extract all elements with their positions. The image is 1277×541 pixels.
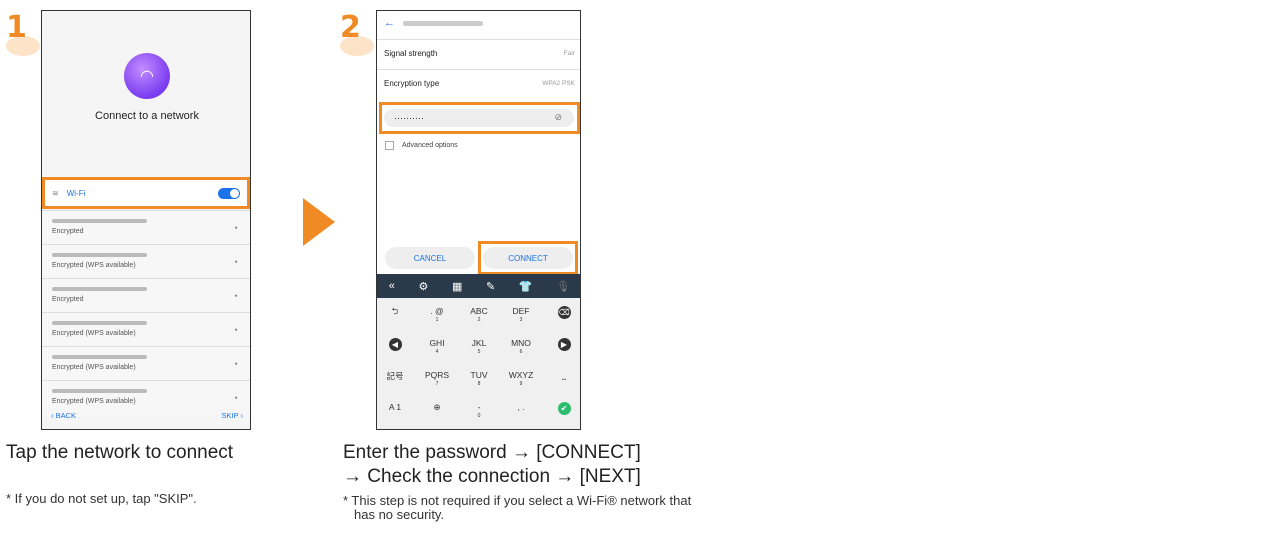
advanced-options[interactable]: Advanced options <box>385 141 458 150</box>
keyboard-key[interactable]: ⮌ <box>380 306 410 332</box>
keyboard-key[interactable]: -0 <box>464 402 494 428</box>
keyboard-toolbar: « ⚙ ▦ ✎ 👕 🎙 <box>377 274 580 298</box>
network-name <box>52 321 147 325</box>
keyboard-key[interactable]: ABC 2 <box>464 306 494 332</box>
keyboard-key[interactable]: ✔ <box>549 402 579 428</box>
back-button[interactable]: ‹ BACK <box>51 411 76 420</box>
keyboard-key[interactable]: . @1 <box>422 306 452 332</box>
network-status: Encrypted <box>52 296 84 303</box>
keyboard-key[interactable]: JKL 5 <box>464 338 494 364</box>
signal-row: Signal strength Fair <box>377 39 580 67</box>
keyboard-key[interactable]: 記号 <box>380 370 410 396</box>
keyboard-key[interactable]: DEF 3 <box>506 306 536 332</box>
wifi-icon: ◠ <box>124 53 170 99</box>
step1-caption: Tap the network to connect <box>6 442 234 463</box>
network-status: Encrypted <box>52 228 84 235</box>
wifi-signal-icon: ◔ <box>232 257 238 267</box>
encryption-row: Encryption type WPA2 PSK <box>377 69 580 97</box>
keyboard-key[interactable]: , . <box>506 402 536 428</box>
encryption-value: WPA2 PSK <box>542 80 575 87</box>
advanced-checkbox[interactable] <box>385 141 394 150</box>
keyboard-key[interactable]: ▶ <box>549 338 579 364</box>
keyboard-key[interactable]: TUV 8 <box>464 370 494 396</box>
network-status: Encrypted (WPS available) <box>52 330 136 337</box>
step1-note: * If you do not set up, tap "SKIP". <box>6 491 197 506</box>
wifi-signal-icon: ◔ <box>232 223 238 233</box>
keyboard-key[interactable]: ◀ <box>380 338 410 364</box>
step2-caption-line2: → Check the connection → [NEXT] <box>343 466 641 487</box>
highlight-box <box>478 241 578 275</box>
network-list-item[interactable]: Encrypted ◔ <box>42 278 250 312</box>
skip-button[interactable]: SKIP › <box>221 411 243 420</box>
encryption-label: Encryption type <box>384 79 440 88</box>
network-list-item[interactable]: Encrypted (WPS available) ◔ <box>42 380 250 414</box>
keyboard: ⮌ . @1 ABC 2 DEF 3 ⌫ ◀ GHI 4 JKL 5 MNO 6 ▶ 記号 PQRS 7 TUV 8 W… <box>377 298 580 429</box>
wifi-signal-icon: ◔ <box>232 291 238 301</box>
network-list-item[interactable]: Encrypted (WPS available) ◔ <box>42 312 250 346</box>
gear-icon[interactable]: ⚙ <box>419 280 429 293</box>
signal-label: Signal strength <box>384 49 438 58</box>
network-list-item[interactable]: Encrypted ◔ <box>42 210 250 244</box>
shirt-icon[interactable]: 👕 <box>519 280 533 293</box>
wifi-signal-icon: ◔ <box>232 359 238 369</box>
page-title: Connect to a network <box>95 110 199 122</box>
keyboard-key[interactable]: MNO 6 <box>506 338 536 364</box>
network-status: Encrypted (WPS available) <box>52 398 136 405</box>
network-name <box>403 20 483 26</box>
network-name <box>52 389 147 393</box>
keyboard-key[interactable]: ⌫ <box>549 306 579 332</box>
highlight-box <box>379 102 580 134</box>
network-name <box>52 355 147 359</box>
signal-value: Fair <box>563 50 575 57</box>
step2-note-line2: has no security. <box>354 507 445 522</box>
wifi-signal-icon: ◔ <box>232 393 238 403</box>
network-list-item[interactable]: Encrypted (WPS available) ◔ <box>42 244 250 278</box>
next-arrow-icon <box>303 198 335 246</box>
network-list-item[interactable]: Encrypted (WPS available) ◔ <box>42 346 250 380</box>
wifi-signal-icon: ◔ <box>232 325 238 335</box>
collapse-icon[interactable]: « <box>389 280 395 292</box>
network-status: Encrypted (WPS available) <box>52 364 136 371</box>
keyboard-key[interactable]: GHI 4 <box>422 338 452 364</box>
phone-screen-step1: ◠ Connect to a network ≋ Wi-Fi Encrypted… <box>41 10 251 430</box>
keypad-icon[interactable]: ▦ <box>452 280 462 293</box>
network-name <box>52 253 147 257</box>
mic-icon[interactable]: 🎙 <box>556 280 570 293</box>
network-name <box>52 219 147 223</box>
back-arrow-icon[interactable]: ← <box>384 17 395 29</box>
step2-note-line1: * This step is not required if you selec… <box>343 493 692 508</box>
step2-caption-line1: Enter the password → [CONNECT] <box>343 442 641 463</box>
network-status: Encrypted (WPS available) <box>52 262 136 269</box>
edit-icon[interactable]: ✎ <box>486 280 495 293</box>
highlight-box <box>42 177 250 209</box>
keyboard-key[interactable]: PQRS 7 <box>422 370 452 396</box>
keyboard-key[interactable]: A 1 <box>380 402 410 428</box>
cancel-button[interactable]: CANCEL <box>385 247 475 269</box>
keyboard-key[interactable]: ⊕ <box>422 402 452 428</box>
keyboard-key[interactable]: ⎵ <box>549 370 579 396</box>
phone-screen-step2: ← Signal strength Fair Encryption type W… <box>376 10 581 430</box>
network-name <box>52 287 147 291</box>
keyboard-key[interactable]: WXYZ 9 <box>506 370 536 396</box>
